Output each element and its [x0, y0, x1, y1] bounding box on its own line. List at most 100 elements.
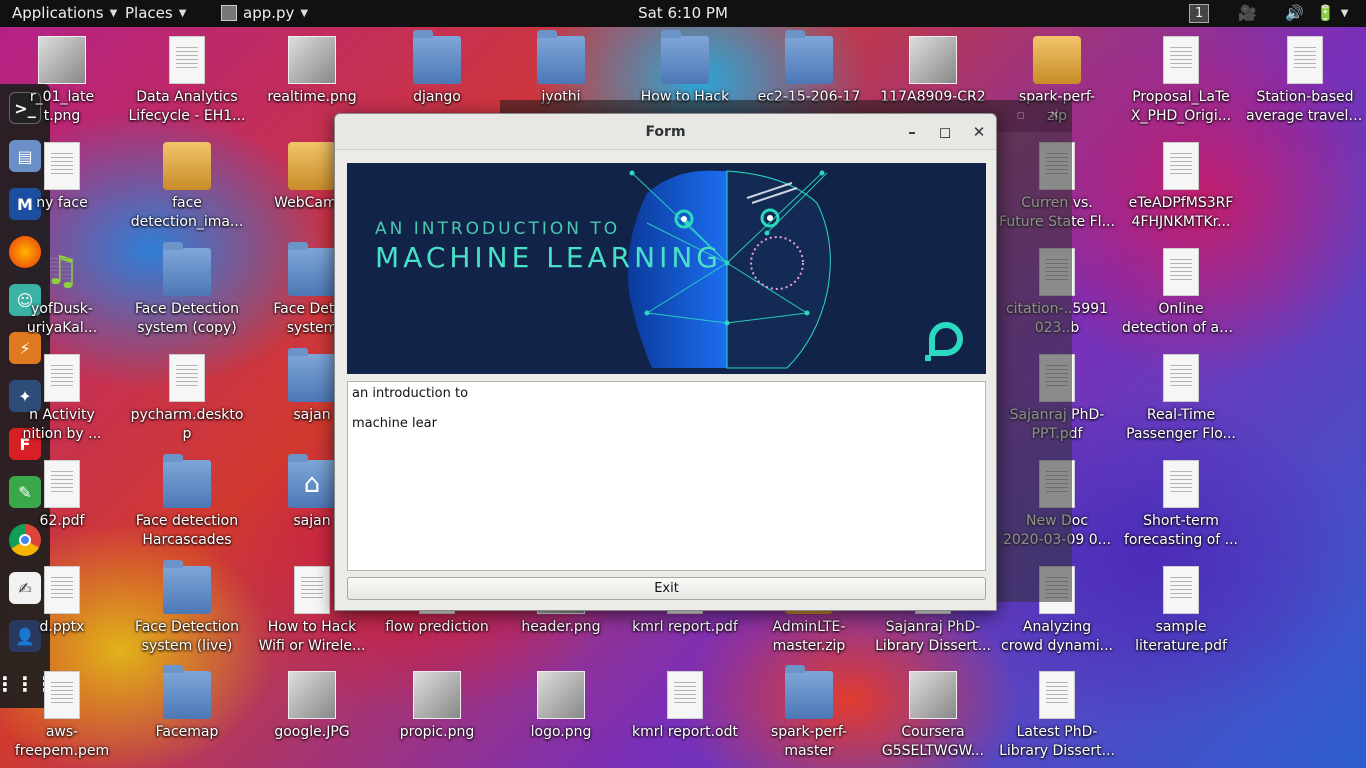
desktop-icon[interactable]: jyothi: [502, 30, 620, 107]
doc-icon: [44, 142, 80, 190]
folder-icon: [288, 348, 336, 402]
desktop-icon[interactable]: Station-based average travel ...: [1246, 36, 1364, 126]
desktop-icon[interactable]: django: [378, 30, 496, 107]
desktop-icon[interactable]: r_01_late t.png: [3, 36, 121, 126]
clock[interactable]: Sat 6:10 PM: [0, 4, 1366, 22]
doc-icon: [1163, 566, 1199, 614]
desktop-icon[interactable]: aws- freepem.pem: [3, 671, 121, 761]
archive-icon: [163, 142, 211, 190]
doc-icon: [44, 354, 80, 402]
maximize-icon[interactable]: ▫: [1016, 108, 1025, 124]
chevron-down-icon: ▼: [178, 7, 187, 19]
folder-icon: [661, 30, 709, 84]
desktop-icon[interactable]: How to Hack: [626, 30, 744, 107]
desktop-icon[interactable]: d.pptx: [3, 566, 121, 637]
applications-menu[interactable]: Applications ▼: [12, 4, 117, 22]
desktop-icon-label: Station-based average travel ...: [1246, 89, 1364, 124]
places-menu[interactable]: Places ▼: [125, 4, 186, 22]
desktop-icon[interactable]: google.JPG: [253, 671, 371, 742]
desktop-icon[interactable]: Coursera G5SELTWGW...: [874, 671, 992, 761]
desktop-icon[interactable]: Short-term forecasting of ...: [1122, 460, 1240, 550]
desktop-icon[interactable]: ec2-15-206-17: [750, 30, 868, 107]
image-icon: [909, 36, 957, 84]
folder-icon: [163, 242, 211, 296]
close-icon[interactable]: ✕: [1049, 108, 1060, 124]
desktop-icon-label: kmrl report.pdf: [632, 619, 738, 635]
doc-icon: [667, 671, 703, 719]
desktop-icon[interactable]: n Activity nition by ...: [3, 354, 121, 444]
desktop-icon-label: Proposal_LaTe X_PHD_Origi...: [1130, 89, 1232, 124]
desktop-icon-label: r_01_late t.png: [29, 89, 95, 124]
desktop-icon[interactable]: face detection_ima...: [128, 142, 246, 232]
maximize-icon[interactable]: ◻: [935, 122, 955, 142]
battery-icon[interactable]: 🔋 ▼: [1316, 4, 1348, 22]
desktop-icon[interactable]: Latest PhD- Library Dissert...: [998, 671, 1116, 761]
workspace-indicator[interactable]: 1: [1189, 4, 1210, 23]
desktop-icon[interactable]: Proposal_LaTe X_PHD_Origi...: [1122, 36, 1240, 126]
desktop-icon-label: yofDusk- uriyaKal...: [26, 301, 98, 336]
desktop-icon[interactable]: Real-Time Passenger Flo...: [1122, 354, 1240, 444]
desktop-icon[interactable]: spark-perf- master: [750, 665, 868, 761]
form-window: Form – ◻ ✕ AN INTRODUCTION TO MACHINE LE…: [334, 113, 997, 611]
image-icon: [909, 671, 957, 719]
archive-icon: [288, 142, 336, 190]
video-icon[interactable]: 🎥: [1238, 4, 1257, 22]
desktop-icon[interactable]: sample literature.pdf: [1122, 566, 1240, 656]
places-menu-label: Places: [125, 4, 173, 22]
image-icon: [413, 671, 461, 719]
desktop-icon[interactable]: Data Analytics Lifecycle - EH1...: [128, 36, 246, 126]
close-icon[interactable]: ✕: [969, 122, 989, 142]
desktop-icon[interactable]: 62.pdf: [3, 460, 121, 531]
desktop-icon[interactable]: logo.png: [502, 671, 620, 742]
image-icon: [537, 671, 585, 719]
desktop-icon[interactable]: Online detection of ab...: [1122, 248, 1240, 338]
window-titlebar[interactable]: Form – ◻ ✕: [335, 114, 996, 150]
music-icon: ♫: [44, 248, 80, 294]
doc-icon: [169, 354, 205, 402]
image-icon: [288, 671, 336, 719]
output-text-area[interactable]: an introduction to machine lear: [347, 381, 986, 571]
desktop-icon-label: face detection_ima...: [130, 195, 244, 230]
desktop-icon-label: Face Detection system (copy): [134, 301, 240, 336]
desktop-icon-label: d.pptx: [39, 619, 85, 635]
desktop-icon[interactable]: propic.png: [378, 671, 496, 742]
desktop-icon-label: propic.png: [399, 724, 475, 740]
desktop-icon[interactable]: 117A8909-CR2: [874, 36, 992, 107]
desktop-icon-label: Real-Time Passenger Flo...: [1126, 407, 1236, 442]
volume-icon[interactable]: 🔊: [1285, 4, 1304, 22]
brand-logo-block: [925, 355, 931, 361]
desktop-icon-label: flow prediction: [385, 619, 489, 635]
desktop-icon-label: Data Analytics Lifecycle - EH1...: [128, 89, 246, 124]
desktop-icon[interactable]: ny face: [3, 142, 121, 213]
desktop-icon-label: header.png: [521, 619, 601, 635]
desktop-icon[interactable]: Face Detection system (copy): [128, 242, 246, 338]
desktop-icon[interactable]: kmrl report.odt: [626, 671, 744, 742]
brand-logo-icon: [929, 322, 963, 356]
desktop-icon-label: Face detection Harcascades: [135, 513, 239, 548]
desktop-icon-label: Sajanraj PhD- Library Dissert...: [875, 619, 991, 654]
desktop-icon-label: spark-perf- master: [770, 724, 848, 759]
desktop-icon[interactable]: pycharm.deskto p: [128, 354, 246, 444]
desktop-icon[interactable]: ♫ yofDusk- uriyaKal...: [3, 248, 121, 338]
doc-icon: [1163, 248, 1199, 296]
clock-label: Sat 6:10 PM: [638, 4, 728, 22]
banner-image: AN INTRODUCTION TO MACHINE LEARNING: [347, 163, 986, 374]
window-title: Form: [645, 123, 686, 140]
desktop-icon-label: realtime.png: [267, 89, 357, 105]
text-line: machine lear: [352, 416, 437, 431]
app-menu[interactable]: app.py ▼: [221, 4, 308, 22]
doc-icon: [294, 566, 330, 614]
desktop-icon[interactable]: Face detection Harcascades: [128, 454, 246, 550]
image-icon: [38, 36, 86, 84]
desktop-icon[interactable]: eTeADPfMS3RF 4FHJNKMTKr...: [1122, 142, 1240, 232]
eye-left-pupil: [681, 216, 687, 222]
minimize-icon[interactable]: –: [902, 122, 922, 142]
desktop-icon[interactable]: realtime.png: [253, 36, 371, 107]
desktop-icon[interactable]: Facemap: [128, 665, 246, 742]
folder-icon: [537, 30, 585, 84]
exit-button[interactable]: Exit: [347, 577, 986, 600]
doc-icon: [1163, 460, 1199, 508]
doc-icon: [1163, 354, 1199, 402]
desktop-icon[interactable]: Face Detection system (live): [128, 560, 246, 656]
desktop-icon-label: Online detection of ab...: [1122, 301, 1240, 336]
